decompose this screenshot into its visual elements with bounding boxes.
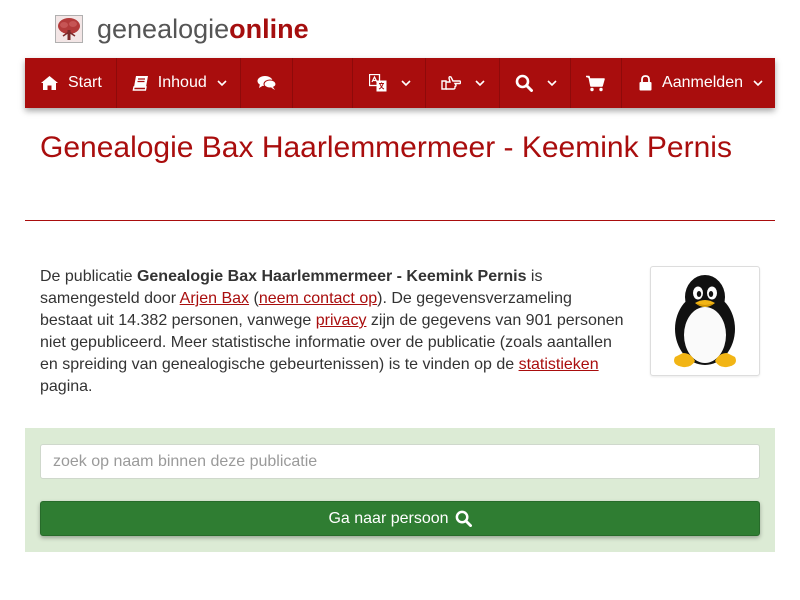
nav-login[interactable]: Aanmelden bbox=[622, 58, 775, 108]
chevron-down-icon bbox=[217, 79, 227, 87]
cart-icon bbox=[586, 75, 605, 92]
nav-start[interactable]: Start bbox=[25, 58, 117, 108]
nav-forum[interactable] bbox=[241, 58, 293, 108]
publication-description: De publicatie Genealogie Bax Haarlemmerm… bbox=[40, 266, 625, 398]
go-to-person-button[interactable]: Ga naar persoon bbox=[40, 501, 760, 536]
penguin-image bbox=[674, 275, 736, 368]
nav-start-label: Start bbox=[68, 74, 102, 91]
search-icon bbox=[515, 74, 534, 92]
hand-pointer-icon bbox=[441, 75, 462, 91]
main-navbar: Start Inhoud Aanmelden bbox=[25, 58, 775, 108]
desc-text-3: ( bbox=[249, 290, 259, 307]
nav-login-label: Aanmelden bbox=[662, 74, 743, 91]
chevron-down-icon bbox=[401, 79, 411, 87]
site-logo[interactable]: genealogieonline bbox=[55, 12, 309, 46]
nav-inhoud-label: Inhoud bbox=[157, 74, 207, 91]
home-icon bbox=[40, 75, 59, 91]
publication-thumbnail bbox=[650, 266, 760, 376]
chevron-down-icon bbox=[753, 79, 763, 87]
privacy-link[interactable]: privacy bbox=[316, 312, 367, 329]
chevron-down-icon bbox=[475, 79, 485, 87]
comments-icon bbox=[257, 75, 277, 91]
go-to-person-label: Ga naar persoon bbox=[328, 509, 449, 527]
brand-name-part1: genealogie bbox=[97, 14, 230, 44]
contact-link[interactable]: neem contact op bbox=[259, 290, 377, 307]
person-search-input[interactable] bbox=[40, 444, 760, 479]
publication-name: Genealogie Bax Haarlemmermeer - Keemink … bbox=[136, 268, 527, 285]
nav-contribute[interactable] bbox=[426, 58, 501, 108]
desc-text-6: pagina. bbox=[40, 378, 93, 395]
desc-text-1: De publicatie bbox=[40, 268, 137, 285]
author-link[interactable]: Arjen Bax bbox=[180, 290, 249, 307]
title-divider bbox=[25, 220, 775, 221]
nav-search[interactable] bbox=[500, 58, 572, 108]
nav-language[interactable] bbox=[353, 58, 427, 108]
statistics-link[interactable]: statistieken bbox=[519, 356, 599, 373]
translate-icon bbox=[369, 74, 387, 92]
book-icon bbox=[132, 75, 149, 91]
nav-inhoud[interactable]: Inhoud bbox=[117, 58, 241, 108]
brand-name-part2: online bbox=[229, 14, 309, 44]
nav-spacer bbox=[293, 58, 354, 108]
person-search-panel: Ga naar persoon bbox=[25, 428, 775, 552]
search-icon bbox=[455, 510, 472, 527]
tree-icon bbox=[55, 15, 83, 43]
nav-shop[interactable] bbox=[571, 58, 623, 108]
page-title: Genealogie Bax Haarlemmermeer - Keemink … bbox=[40, 131, 732, 164]
chevron-down-icon bbox=[547, 79, 557, 87]
lock-icon bbox=[639, 75, 652, 91]
